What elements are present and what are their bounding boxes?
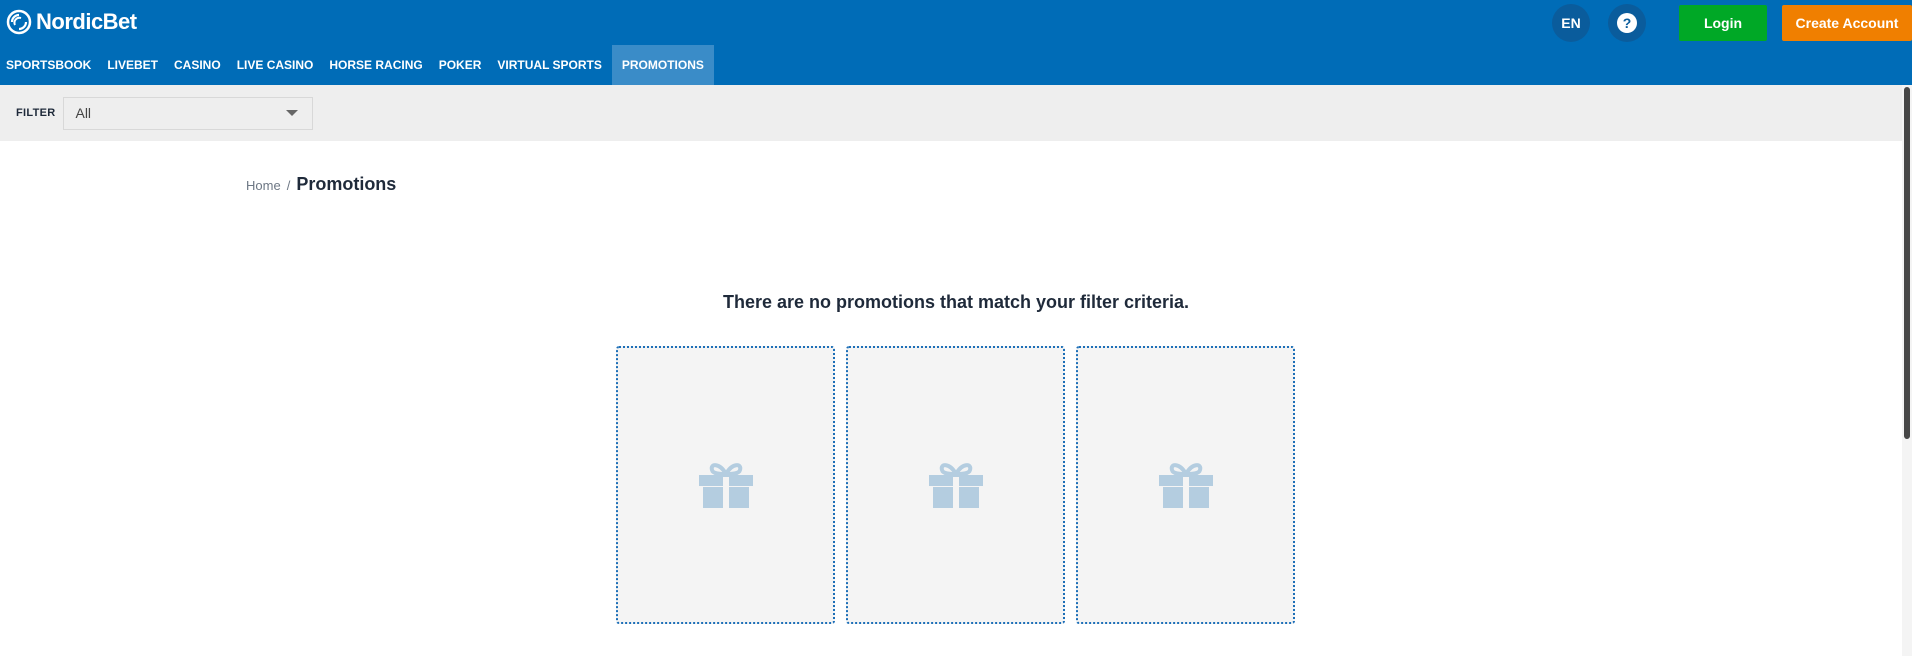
nav-virtual-sports[interactable]: VIRTUAL SPORTS (491, 45, 611, 85)
filter-label: FILTER (16, 107, 56, 119)
nordicbet-logo[interactable]: NordicBet (6, 9, 137, 35)
promotion-placeholder-list (616, 346, 1295, 624)
gift-icon (928, 463, 983, 508)
language-button[interactable]: EN (1552, 4, 1590, 42)
empty-state-message: There are no promotions that match your … (722, 292, 1190, 312)
promotion-placeholder-card (846, 346, 1065, 624)
nav-livebet[interactable]: LIVEBET (101, 45, 168, 85)
nav-horse-racing[interactable]: HORSE RACING (323, 45, 432, 85)
scrollbar-thumb[interactable] (1904, 87, 1910, 439)
help-button[interactable]: ? (1608, 4, 1646, 42)
logo-icon (6, 9, 32, 35)
nav-poker[interactable]: POKER (433, 45, 492, 85)
question-icon: ? (1617, 13, 1637, 33)
create-account-button[interactable]: Create Account (1782, 5, 1912, 41)
chevron-down-icon (286, 110, 299, 116)
page-scrollbar[interactable] (1902, 85, 1912, 656)
main-nav: SPORTSBOOK LIVEBET CASINO LIVE CASINO HO… (0, 45, 714, 85)
filter-bar: FILTER All (0, 85, 1902, 141)
brand-name: NordicBet (36, 9, 137, 34)
promotion-placeholder-card (1076, 346, 1295, 624)
language-label: EN (1561, 15, 1581, 31)
nav-casino[interactable]: CASINO (168, 45, 231, 85)
gift-icon (1158, 463, 1213, 508)
top-header: NordicBet EN ? Login Create Account SPOR… (0, 0, 1912, 85)
page-title: Promotions (296, 174, 397, 194)
filter-select[interactable]: All (63, 96, 314, 130)
header-actions: EN ? Login Create Account (1552, 4, 1912, 42)
gift-icon (698, 463, 753, 508)
filter-selected-value: All (75, 105, 92, 121)
nav-promotions[interactable]: PROMOTIONS (611, 45, 714, 85)
promotion-placeholder-card (616, 346, 835, 624)
breadcrumb-separator: / (286, 178, 291, 193)
nav-live-casino[interactable]: LIVE CASINO (231, 45, 324, 85)
login-button[interactable]: Login (1679, 5, 1767, 41)
breadcrumb: Home / Promotions (246, 174, 396, 195)
nav-sportsbook[interactable]: SPORTSBOOK (0, 45, 101, 85)
breadcrumb-home-link[interactable]: Home (246, 178, 281, 193)
